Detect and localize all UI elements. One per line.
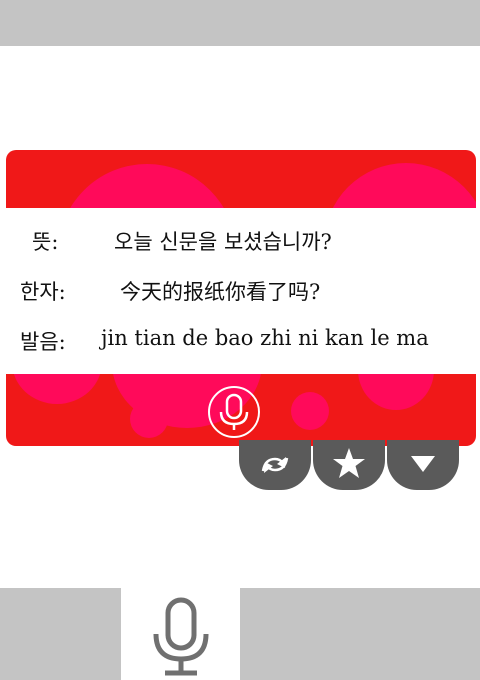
pronunciation-text: jin tian de bao zhi ni kan le ma	[101, 326, 429, 350]
triangle-down-icon	[411, 456, 435, 472]
bottom-left-panel	[0, 588, 121, 680]
pronunciation-row: 발음: jin tian de bao zhi ni kan le ma	[6, 326, 476, 356]
meaning-text: 오늘 신문을 보셨습니까?	[114, 230, 332, 254]
microphone-icon	[219, 393, 249, 430]
meaning-label: 뜻:	[32, 230, 59, 254]
hanja-label: 한자:	[20, 280, 66, 304]
bottom-right-panel	[240, 588, 480, 680]
hanja-row: 한자: 今天的报纸你看了吗?	[6, 276, 476, 306]
favorite-button[interactable]	[313, 440, 385, 490]
translation-card: 뜻: 오늘 신문을 보셨습니까? 한자: 今天的报纸你看了吗? 발음: jin …	[6, 150, 476, 446]
translation-panel: 뜻: 오늘 신문을 보셨습니까? 한자: 今天的报纸你看了吗? 발음: jin …	[6, 208, 476, 374]
voice-input-button[interactable]	[121, 588, 240, 680]
refresh-button[interactable]	[239, 440, 311, 490]
play-audio-button[interactable]	[208, 386, 260, 438]
star-icon	[333, 448, 365, 478]
more-button[interactable]	[387, 440, 459, 490]
refresh-icon	[261, 457, 289, 473]
meaning-row: 뜻: 오늘 신문을 보셨습니까?	[6, 226, 476, 256]
pronunciation-label: 발음:	[20, 330, 66, 354]
microphone-icon	[153, 597, 209, 676]
decorative-bubble	[130, 400, 168, 438]
hanja-text: 今天的报纸你看了吗?	[120, 280, 321, 304]
top-bar	[0, 0, 480, 46]
decorative-bubble	[291, 392, 329, 430]
